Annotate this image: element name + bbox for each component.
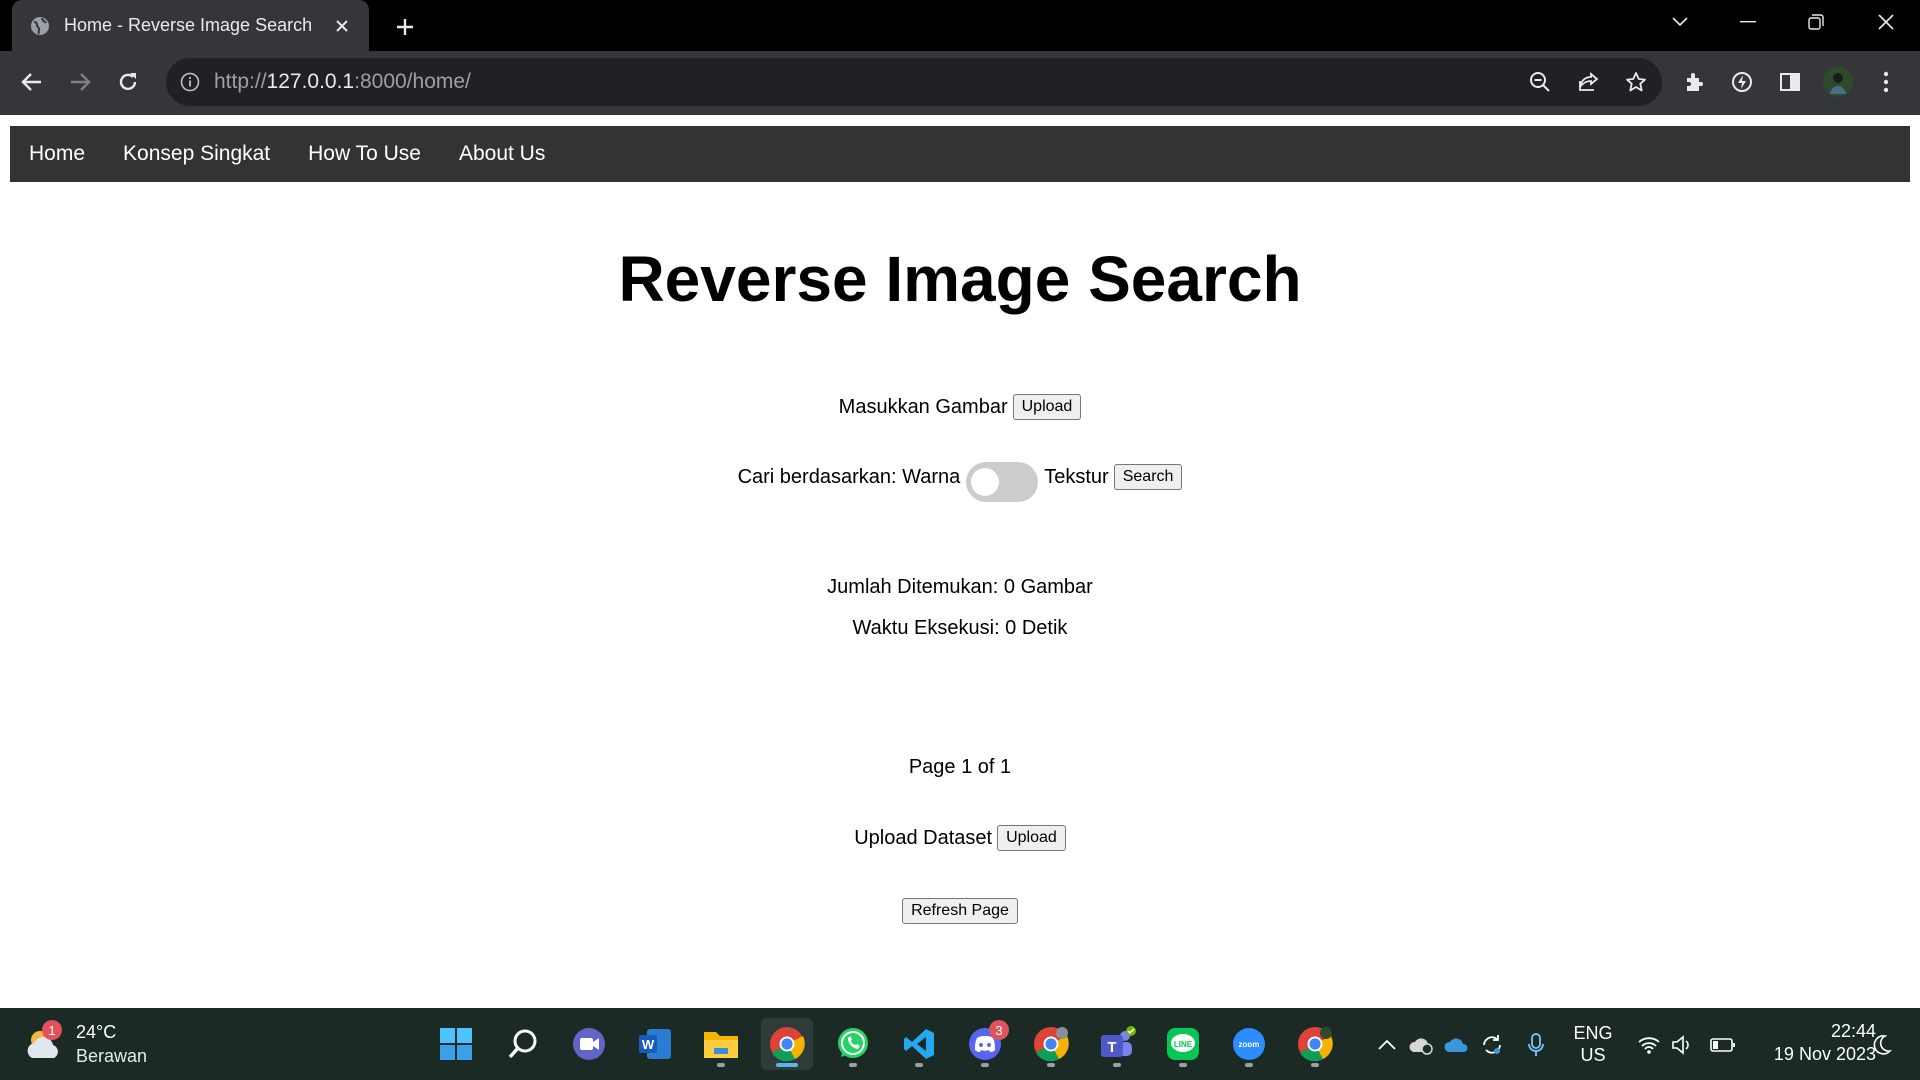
search-mode-row: Cari berdasarkan: Warna Tekstur Search [0, 462, 1920, 512]
site-info-icon[interactable] [178, 70, 202, 94]
weather-temp: 24°C [76, 1022, 117, 1042]
refresh-row: Refresh Page [0, 898, 1920, 924]
close-tab-icon[interactable] [327, 11, 357, 41]
chrome-profile-2-icon[interactable] [1025, 1018, 1077, 1070]
weather-condition: Berawan [76, 1046, 148, 1066]
chrome-profile-3-icon[interactable] [1289, 1018, 1341, 1070]
line-icon[interactable]: LINE [1157, 1018, 1209, 1070]
system-clock[interactable]: 22:44 19 Nov 2023 [1750, 1020, 1876, 1066]
performance-icon[interactable] [1724, 64, 1760, 100]
share-icon[interactable] [1574, 68, 1602, 96]
restore-icon[interactable] [1788, 0, 1844, 44]
bookmark-star-icon[interactable] [1622, 68, 1650, 96]
search-button[interactable]: Search [1113, 464, 1183, 490]
language-indicator[interactable]: ENG US [1568, 1022, 1618, 1066]
page-title: Reverse Image Search [618, 243, 1302, 315]
dataset-upload-label: Upload Dataset [854, 826, 993, 849]
globe-icon [30, 16, 50, 36]
sync-icon[interactable] [1477, 1030, 1507, 1060]
chevron-up-icon[interactable] [1372, 1030, 1402, 1060]
reload-icon[interactable] [110, 64, 146, 100]
running-indicator [1245, 1063, 1253, 1067]
teams-icon[interactable]: T [1091, 1018, 1143, 1070]
new-tab-button[interactable] [388, 10, 422, 44]
toggle-knob [971, 468, 1000, 496]
tab-search-icon[interactable] [1652, 0, 1708, 44]
side-panel-icon[interactable] [1772, 64, 1808, 100]
weather-cloud-icon: 1 [24, 1020, 66, 1064]
discord-badge: 3 [989, 1020, 1009, 1040]
running-indicator [1311, 1063, 1319, 1067]
search-by-label: Cari berdasarkan: Warna [737, 466, 961, 488]
meet-icon[interactable] [563, 1018, 615, 1070]
zoom-app-icon[interactable]: zoom [1223, 1018, 1275, 1070]
battery-icon[interactable] [1708, 1030, 1738, 1060]
found-count: Jumlah Ditemukan: 0 Gambar [827, 576, 1093, 598]
zoom-icon[interactable] [1526, 68, 1554, 96]
svg-text:zoom: zoom [1239, 1040, 1260, 1049]
running-indicator-active [776, 1063, 798, 1067]
start-button[interactable] [430, 1018, 482, 1070]
forward-icon[interactable] [62, 64, 98, 100]
clock-date: 19 Nov 2023 [1773, 1044, 1876, 1064]
address-bar[interactable]: http://127.0.0.1:8000/home/ [166, 58, 1662, 106]
extensions-icon[interactable] [1676, 64, 1712, 100]
nav-home[interactable]: Home [10, 126, 104, 182]
focus-moon-icon[interactable] [1866, 1030, 1896, 1060]
region-code: US [1580, 1045, 1606, 1065]
whatsapp-icon[interactable] [827, 1018, 879, 1070]
word-icon[interactable]: W [629, 1018, 681, 1070]
nav-how-to-use[interactable]: How To Use [289, 126, 440, 182]
dataset-upload-row: Upload Dataset Upload [0, 825, 1920, 851]
nav-about-us[interactable]: About Us [440, 126, 564, 182]
microphone-icon[interactable] [1521, 1030, 1551, 1060]
profile-avatar[interactable] [1820, 64, 1856, 100]
browser-tab[interactable]: Home - Reverse Image Search [12, 0, 369, 51]
nav-konsep-singkat[interactable]: Konsep Singkat [104, 126, 289, 182]
language-code: ENG [1573, 1023, 1613, 1043]
image-upload-row: Masukkan Gambar Upload [0, 394, 1920, 420]
texture-label: Tekstur [1044, 466, 1109, 488]
svg-text:W: W [642, 1037, 655, 1052]
onedrive-icon[interactable] [1442, 1030, 1472, 1060]
vscode-icon[interactable] [893, 1018, 945, 1070]
close-window-icon[interactable] [1858, 0, 1914, 44]
running-indicator [1113, 1063, 1121, 1067]
main-content: Reverse Image Search Masukkan Gambar Upl… [0, 182, 1920, 1002]
tab-title: Home - Reverse Image Search [64, 15, 313, 35]
running-indicator [717, 1063, 725, 1067]
running-indicator [1179, 1063, 1187, 1067]
site-navbar: Home Konsep Singkat How To Use About Us [10, 126, 1910, 182]
menu-kebab-icon[interactable] [1868, 64, 1904, 100]
execution-time: Waktu Eksekusi: 0 Detik [852, 617, 1068, 639]
svg-text:LINE: LINE [1174, 1040, 1193, 1049]
back-icon[interactable] [14, 64, 50, 100]
wifi-icon[interactable] [1634, 1030, 1664, 1060]
color-texture-toggle[interactable] [966, 462, 1039, 502]
tab-strip: Home - Reverse Image Search [0, 0, 1920, 51]
image-upload-button[interactable]: Upload [1012, 394, 1082, 420]
running-indicator [849, 1063, 857, 1067]
pagination-text: Page 1 of 1 [908, 756, 1012, 778]
dataset-upload-button[interactable]: Upload [997, 825, 1066, 851]
running-indicator [1047, 1063, 1055, 1067]
volume-icon[interactable] [1668, 1030, 1698, 1060]
image-upload-label: Masukkan Gambar [838, 395, 1008, 418]
running-indicator [981, 1063, 989, 1067]
minimize-icon[interactable] [1720, 0, 1776, 44]
search-icon[interactable] [497, 1018, 549, 1070]
weather-badge: 1 [42, 1020, 62, 1040]
refresh-page-button[interactable]: Refresh Page [902, 898, 1018, 924]
onedrive-sync-icon[interactable] [1407, 1030, 1437, 1060]
clock-time: 22:44 [1830, 1021, 1876, 1041]
discord-icon[interactable]: 3 [959, 1018, 1011, 1070]
running-indicator [915, 1063, 923, 1067]
url-text: http://127.0.0.1:8000/home/ [214, 70, 471, 93]
svg-text:T: T [1107, 1039, 1116, 1056]
file-explorer-icon[interactable] [695, 1018, 747, 1070]
chrome-icon-active[interactable] [761, 1018, 813, 1070]
weather-widget[interactable]: 1 24°C Berawan [24, 1016, 164, 1072]
